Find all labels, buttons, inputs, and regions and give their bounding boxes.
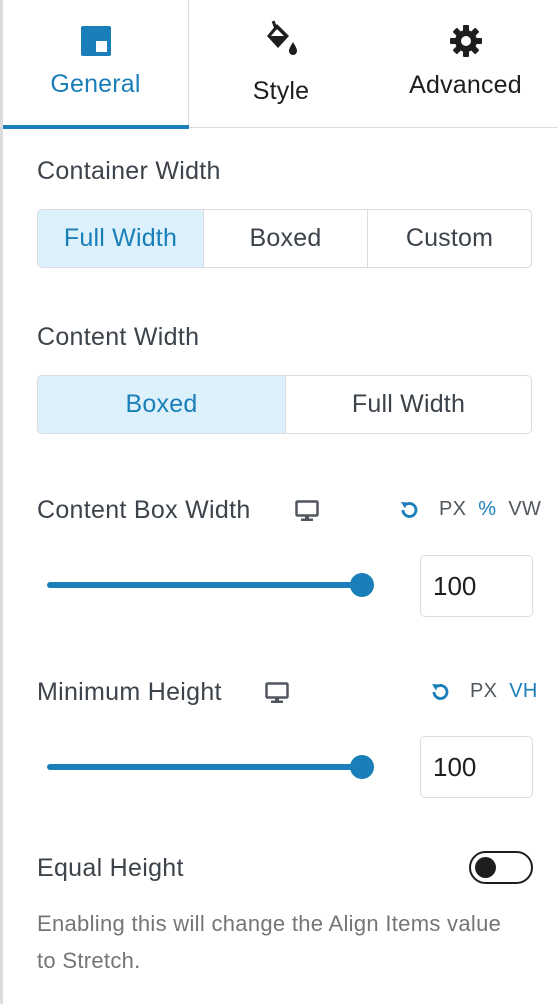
tab-bar: General Style Advanced bbox=[3, 0, 558, 129]
container-width-label: Container Width bbox=[37, 157, 221, 185]
unit-vh[interactable]: VH bbox=[509, 680, 537, 703]
minimum-height-slider[interactable] bbox=[47, 755, 374, 779]
equal-height-help-text: Enabling this will change the Align Item… bbox=[37, 911, 502, 973]
slider-track bbox=[47, 764, 362, 770]
minimum-height-label: Minimum Height bbox=[37, 678, 222, 706]
tab-advanced[interactable]: Advanced bbox=[373, 0, 558, 128]
tab-general[interactable]: General bbox=[3, 0, 189, 129]
content-box-width-units: PX % VW bbox=[398, 498, 541, 521]
slider-thumb[interactable] bbox=[350, 573, 374, 597]
content-width-option-full-width[interactable]: Full Width bbox=[286, 376, 531, 433]
desktop-device-icon[interactable] bbox=[265, 682, 289, 704]
container-width-option-custom[interactable]: Custom bbox=[368, 210, 531, 267]
equal-height-label: Equal Height bbox=[37, 854, 184, 882]
tab-style-label: Style bbox=[252, 77, 310, 105]
slider-track bbox=[47, 582, 362, 588]
unit-px[interactable]: PX bbox=[470, 680, 497, 703]
container-width-option-boxed[interactable]: Boxed bbox=[204, 210, 368, 267]
unit-percent[interactable]: % bbox=[478, 498, 496, 521]
slider-thumb[interactable] bbox=[350, 755, 374, 779]
container-width-selector: Full Width Boxed Custom bbox=[37, 209, 532, 268]
gear-icon bbox=[449, 24, 483, 58]
minimum-height-input[interactable]: 100 bbox=[420, 736, 533, 798]
layout-block-icon bbox=[80, 24, 111, 58]
content-width-selector: Boxed Full Width bbox=[37, 375, 532, 434]
equal-height-toggle[interactable] bbox=[469, 851, 533, 884]
unit-vw[interactable]: VW bbox=[508, 498, 541, 521]
toggle-knob bbox=[475, 857, 496, 878]
minimum-height-units: PX VH bbox=[429, 680, 538, 703]
settings-panel: General Style Advanced Container Width F… bbox=[0, 0, 558, 1004]
content-width-label: Content Width bbox=[37, 323, 200, 351]
content-width-option-boxed[interactable]: Boxed bbox=[38, 376, 286, 433]
active-tab-indicator bbox=[3, 125, 189, 129]
content-box-width-slider[interactable] bbox=[47, 573, 374, 597]
tab-general-label: General bbox=[50, 70, 141, 98]
desktop-device-icon[interactable] bbox=[295, 500, 319, 522]
content-box-width-input[interactable]: 100 bbox=[420, 555, 533, 617]
tab-style[interactable]: Style bbox=[189, 0, 373, 128]
tab-advanced-label: Advanced bbox=[409, 71, 522, 99]
content-box-width-label: Content Box Width bbox=[37, 496, 251, 524]
unit-px[interactable]: PX bbox=[439, 498, 466, 521]
container-width-option-full-width[interactable]: Full Width bbox=[38, 210, 204, 267]
paint-bucket-icon bbox=[263, 20, 299, 56]
reset-icon[interactable] bbox=[429, 681, 451, 703]
reset-icon[interactable] bbox=[398, 499, 420, 521]
